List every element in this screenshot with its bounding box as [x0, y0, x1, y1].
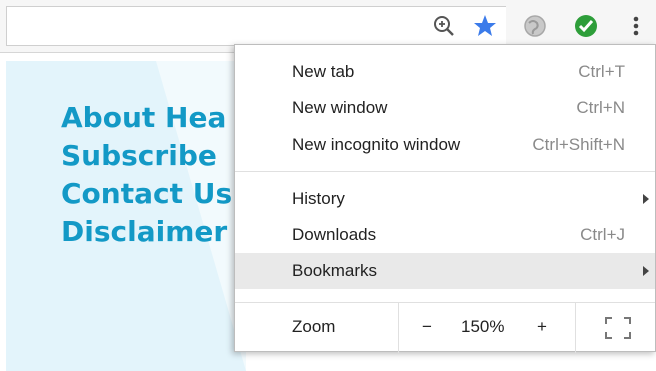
zoom-divider	[575, 303, 576, 353]
menu-item-shortcut: Ctrl+J	[580, 225, 625, 244]
menu-item-history[interactable]: History	[235, 181, 655, 217]
zoom-in-button[interactable]: +	[532, 317, 552, 337]
browser-menu: New tab Ctrl+T New window Ctrl+N New inc…	[234, 44, 656, 353]
link-subscribe[interactable]: Subscribe	[61, 137, 241, 175]
menu-item-shortcut: Ctrl+T	[578, 62, 625, 81]
submenu-arrow-icon	[643, 266, 649, 276]
sidebar-panel: About Hea Subscribe Contact Us Disclaime…	[6, 61, 246, 371]
menu-item-shortcut: Ctrl+Shift+N	[532, 135, 625, 154]
menu-item-new-tab[interactable]: New tab Ctrl+T	[235, 54, 655, 90]
link-about[interactable]: About Hea	[61, 99, 241, 137]
menu-item-new-incognito-window[interactable]: New incognito window Ctrl+Shift+N	[235, 127, 655, 163]
bookmark-star-icon[interactable]	[471, 12, 499, 40]
menu-item-new-window[interactable]: New window Ctrl+N	[235, 90, 655, 126]
fullscreen-icon[interactable]	[604, 316, 632, 340]
menu-item-label: New tab	[292, 62, 355, 81]
menu-item-label: History	[292, 189, 345, 208]
menu-kebab-icon[interactable]	[622, 12, 650, 40]
link-disclaimer[interactable]: Disclaimer	[61, 213, 241, 251]
zoom-row: Zoom − 150% +	[235, 303, 655, 353]
zoom-out-button[interactable]: −	[417, 317, 437, 337]
menu-item-bookmarks[interactable]: Bookmarks	[235, 253, 655, 289]
zoom-icon[interactable]	[430, 12, 458, 40]
menu-separator	[235, 171, 655, 172]
menu-item-downloads[interactable]: Downloads Ctrl+J	[235, 217, 655, 253]
zoom-divider	[398, 303, 399, 353]
menu-item-label: Bookmarks	[292, 261, 378, 280]
menu-item-label: Downloads	[292, 225, 377, 244]
extension-globe-icon[interactable]	[521, 12, 549, 40]
submenu-arrow-icon	[643, 194, 649, 204]
zoom-value: 150%	[461, 317, 505, 336]
menu-item-label: New incognito window	[292, 135, 461, 154]
menu-item-label: New window	[292, 98, 388, 117]
zoom-label: Zoom	[292, 317, 336, 336]
link-contact[interactable]: Contact Us	[61, 175, 241, 213]
menu-item-shortcut: Ctrl+N	[576, 98, 625, 117]
extension-check-icon[interactable]	[572, 12, 600, 40]
